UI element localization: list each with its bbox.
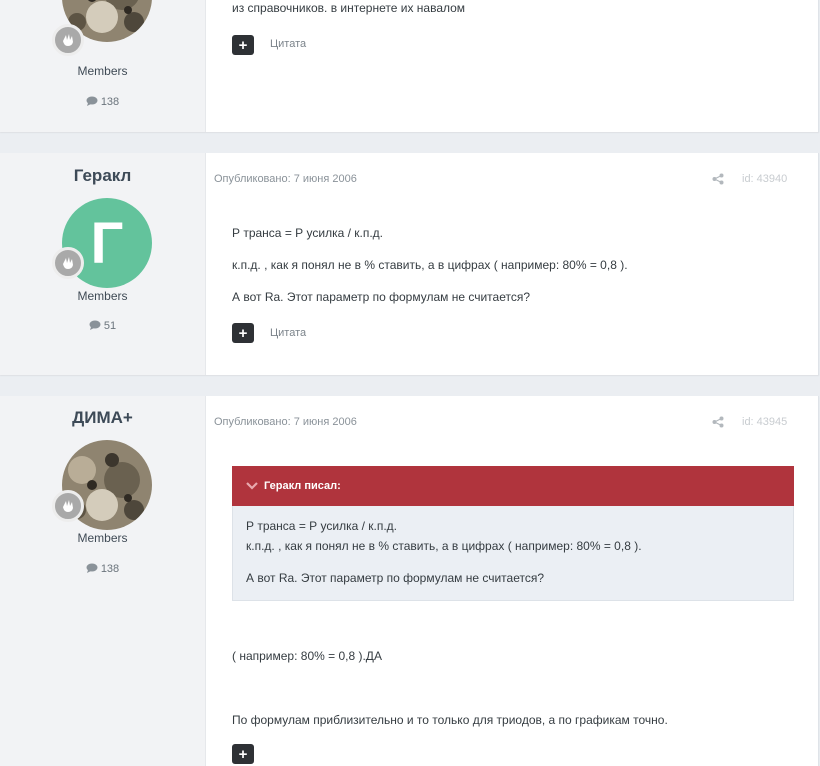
quote-text-line: А вот Ra. Этот параметр по формулам не с… — [246, 571, 545, 585]
post-text-line: Р транса = Р усилка / к.п.д. — [232, 226, 384, 240]
post-2: Геракл Г Members 51 Опубликовано: 7 июня… — [0, 153, 819, 375]
quote-link[interactable]: Цитата — [270, 38, 306, 50]
author-name[interactable]: ДИМА+ — [0, 408, 205, 428]
post-count: 138 — [0, 563, 205, 575]
multiquote-button[interactable]: + — [232, 323, 254, 343]
author-panel: Members 138 — [0, 0, 206, 132]
quote-text-line: Р транса = Р усилка / к.п.д. — [246, 519, 398, 533]
quote-block: Геракл писал: Р транса = Р усилка / к.п.… — [232, 466, 794, 601]
quote-link[interactable]: Цитата — [270, 327, 306, 339]
quote-author: Геракл писал: — [264, 480, 341, 492]
rank-badge-icon — [52, 247, 84, 279]
post-text-line: А вот Ra. Этот параметр по формулам не с… — [232, 290, 531, 304]
post-date[interactable]: Опубликовано: 7 июня 2006 — [214, 173, 357, 185]
post-text-line: ( например: 80% = 0,8 ).ДА — [232, 649, 382, 663]
post-3: ДИМА+ Members 138 Опубликовано: 7 июня 2… — [0, 396, 819, 766]
post-count: 51 — [0, 320, 205, 332]
rank-badge-icon — [52, 24, 84, 56]
quote-header[interactable]: Геракл писал: — [232, 466, 794, 506]
post-id[interactable]: id: 43945 — [742, 416, 787, 428]
quote-text-line: к.п.д. , как я понял не в % ставить, а в… — [246, 539, 642, 553]
multiquote-button[interactable]: + — [232, 35, 254, 55]
member-group: Members — [77, 531, 128, 545]
post-1: Members 138 из справочников. в интернете… — [0, 0, 819, 132]
post-text-line: По формулам приблизительно и то только д… — [232, 713, 668, 727]
post-date[interactable]: Опубликовано: 7 июня 2006 — [214, 416, 357, 428]
member-group: Members — [77, 64, 128, 78]
comment-icon — [89, 320, 101, 330]
rank-badge-icon — [52, 490, 84, 522]
multiquote-button[interactable]: + — [232, 744, 254, 764]
author-panel: Геракл Г Members 51 — [0, 153, 206, 375]
author-name[interactable]: Геракл — [0, 166, 205, 186]
author-panel: ДИМА+ Members 138 — [0, 396, 206, 766]
comment-icon — [86, 96, 98, 106]
post-text: из справочников. в интернете их навалом — [232, 1, 466, 15]
member-group: Members — [77, 289, 128, 303]
share-icon[interactable] — [712, 416, 724, 428]
post-count: 138 — [0, 96, 205, 108]
post-text-line: к.п.д. , как я понял не в % ставить, а в… — [232, 258, 628, 272]
chevron-down-icon — [246, 482, 258, 490]
share-icon[interactable] — [712, 173, 724, 185]
comment-icon — [86, 563, 98, 573]
post-id[interactable]: id: 43940 — [742, 173, 787, 185]
